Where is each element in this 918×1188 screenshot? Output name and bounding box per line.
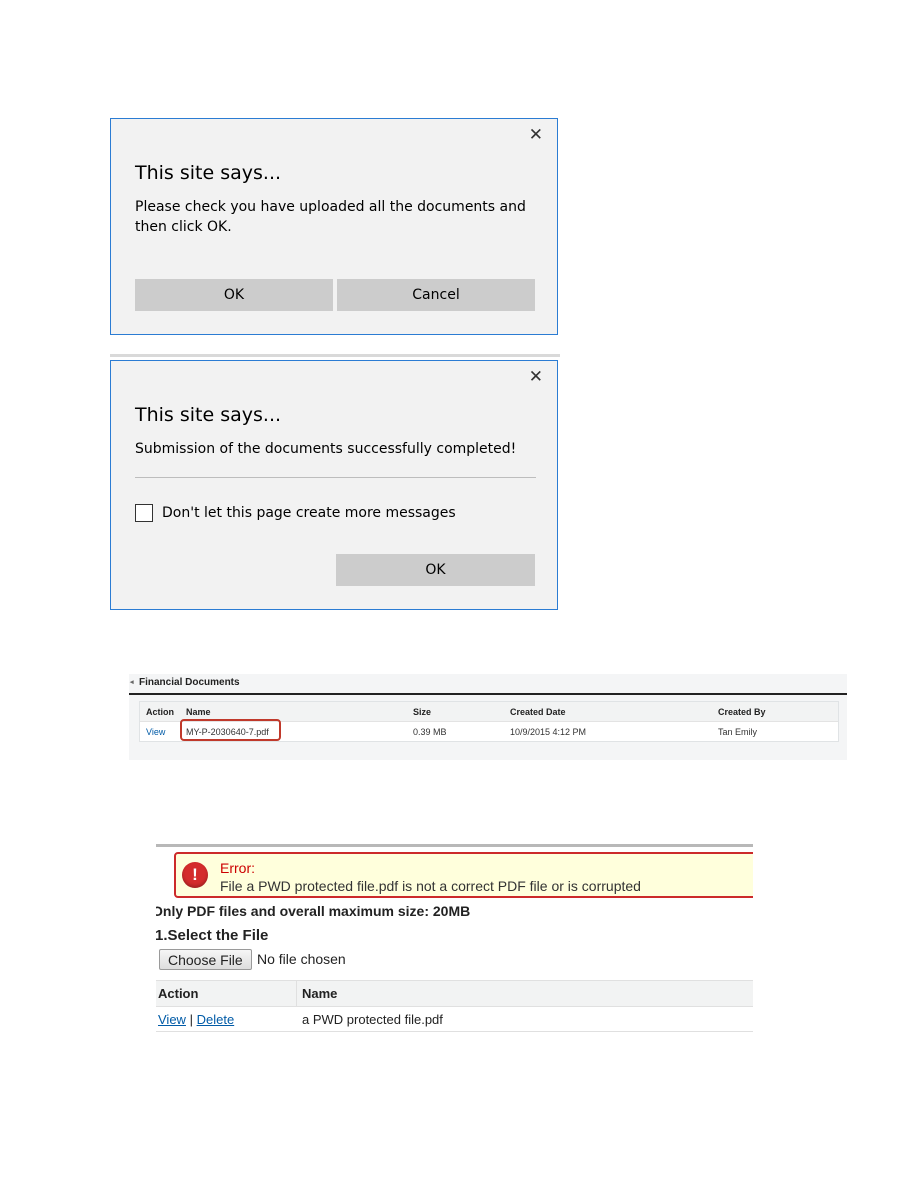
- table-row: View | Delete a PWD protected file.pdf: [156, 1007, 753, 1032]
- table-row: View MY-P-2030640-7.pdf 0.39 MB 10/9/201…: [140, 719, 838, 741]
- financial-documents-panel: ◂ Financial Documents Action Name Size C…: [129, 674, 847, 760]
- column-header-action: Action: [158, 986, 199, 1001]
- close-icon[interactable]: ✕: [529, 369, 543, 386]
- uploaded-files-table: Action Name View | Delete a PWD protecte…: [156, 980, 753, 1032]
- success-dialog: ✕ This site says... Submission of the do…: [110, 360, 558, 610]
- column-header-action: Action: [146, 707, 174, 717]
- error-title: Error:: [220, 860, 255, 876]
- column-header-name[interactable]: Name: [186, 707, 211, 717]
- column-header-name: Name: [302, 986, 338, 1001]
- document-name: MY-P-2030640-7.pdf: [186, 727, 269, 737]
- file-name: a PWD protected file.pdf: [302, 1012, 443, 1027]
- row-actions: View | Delete: [158, 1012, 234, 1027]
- page-remnant: [110, 354, 560, 357]
- suppress-messages-row: Don't let this page create more messages: [135, 504, 456, 522]
- panel-title: Financial Documents: [139, 677, 240, 688]
- view-link[interactable]: View: [158, 1012, 186, 1027]
- cancel-button[interactable]: Cancel: [337, 279, 535, 311]
- document-created-date: 10/9/2015 4:12 PM: [510, 727, 587, 737]
- column-header-created-by[interactable]: Created By: [718, 707, 766, 717]
- confirm-dialog: ✕ This site says... Please check you hav…: [110, 118, 558, 335]
- dialog-message: Submission of the documents successfully…: [135, 441, 517, 457]
- dialog-message: Please check you have uploaded all the d…: [135, 199, 526, 235]
- error-message-box: ! Error: File a PWD protected file.pdf i…: [174, 852, 753, 898]
- error-message: File a PWD protected file.pdf is not a c…: [220, 878, 641, 894]
- divider: [156, 844, 753, 847]
- separator: |: [189, 1012, 193, 1027]
- checkbox-label: Don't let this page create more messages: [162, 505, 456, 521]
- dialog-title: This site says...: [135, 162, 282, 184]
- column-divider: [296, 981, 297, 1006]
- view-link[interactable]: View: [146, 727, 165, 737]
- divider: [135, 477, 536, 478]
- error-icon: !: [182, 862, 208, 888]
- document-created-by: Tan Emily: [718, 727, 758, 737]
- panel-header: ◂ Financial Documents: [129, 674, 847, 695]
- ok-button[interactable]: OK: [135, 279, 333, 311]
- close-icon[interactable]: ✕: [529, 127, 543, 144]
- step-title: 1.Select the File: [156, 927, 269, 944]
- upload-section: ! Error: File a PWD protected file.pdf i…: [156, 844, 753, 1034]
- column-header-size[interactable]: Size: [413, 707, 431, 717]
- suppress-messages-checkbox[interactable]: [135, 504, 153, 522]
- page-remnant: [108, 603, 562, 612]
- delete-link[interactable]: Delete: [197, 1012, 235, 1027]
- upload-note: Only PDF files and overall maximum size:…: [156, 903, 471, 919]
- table-header-row: Action Name: [156, 980, 753, 1007]
- column-header-created-date[interactable]: Created Date: [510, 707, 566, 717]
- document-size: 0.39 MB: [413, 727, 447, 737]
- dialog-title: This site says...: [135, 404, 282, 426]
- documents-table: Action Name Size Created Date Created By…: [139, 701, 839, 742]
- ok-button[interactable]: OK: [336, 554, 535, 586]
- collapse-twistie-icon[interactable]: ◂: [130, 678, 134, 686]
- choose-file-button[interactable]: Choose File: [159, 949, 252, 970]
- no-file-chosen-text: No file chosen: [257, 951, 346, 967]
